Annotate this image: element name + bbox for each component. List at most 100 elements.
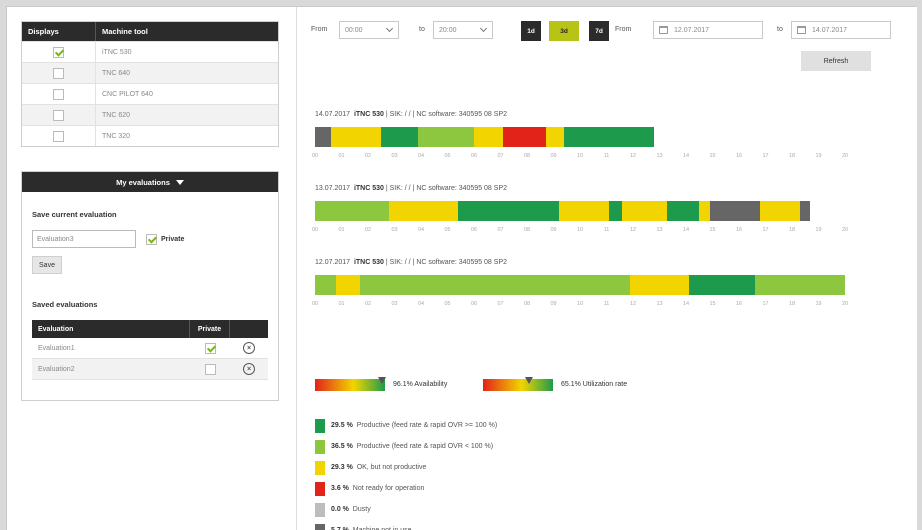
calendar-icon <box>797 26 806 34</box>
axis-tick-label: 08 <box>523 227 531 233</box>
left-panel: Displays Machine tool iTNC 530 TNC 640 CNC… <box>7 7 297 530</box>
timeline-segment[interactable] <box>458 201 559 221</box>
timeline-segment[interactable] <box>699 201 710 221</box>
date-from-label: From <box>615 26 632 33</box>
axis-tick-label: 16 <box>735 227 743 233</box>
timeline-segment[interactable] <box>381 127 419 147</box>
evaluation-row[interactable]: Evaluation2 × <box>32 359 268 380</box>
delete-icon[interactable]: × <box>243 342 255 354</box>
header-displays: Displays <box>22 22 96 41</box>
save-button[interactable]: Save <box>32 256 62 274</box>
date-to-input[interactable]: 14.07.2017 <box>791 21 891 39</box>
timeline-segment[interactable] <box>630 275 689 295</box>
date-from-value: 12.07.2017 <box>674 26 710 34</box>
timeline-bar[interactable] <box>315 201 811 221</box>
axis-tick-label: 09 <box>550 153 557 159</box>
machine-table: Displays Machine tool iTNC 530 TNC 640 CNC… <box>21 21 279 147</box>
timeline-segment[interactable] <box>609 201 623 221</box>
timeline-segment[interactable] <box>688 275 755 295</box>
axis-tick-label: 19 <box>815 301 822 307</box>
range-1d-button[interactable]: 1d <box>521 21 541 41</box>
display-checkbox[interactable] <box>53 130 64 142</box>
machine-row[interactable]: TNC 320 <box>22 125 278 146</box>
timeline-segment[interactable] <box>564 127 655 147</box>
machine-row[interactable]: CNC PILOT 640 <box>22 83 278 104</box>
machine-row[interactable]: TNC 640 <box>22 62 278 83</box>
timeline-segment[interactable] <box>389 201 459 221</box>
axis-tick-label: 16 <box>735 301 743 307</box>
legend-desc: Productive (feed rate & rapid OVR < 100 … <box>356 443 494 450</box>
timeline-segment[interactable] <box>709 201 761 221</box>
display-checkbox[interactable] <box>53 46 64 58</box>
axis-tick-label: 03 <box>391 227 398 233</box>
legend-swatch <box>315 460 325 475</box>
axis-tick-label: 20 <box>841 227 849 233</box>
axis-tick-label: 17 <box>762 153 769 159</box>
timeline-date: 14.07.2017 <box>315 111 351 118</box>
timeline-segment[interactable] <box>545 127 565 147</box>
timeline-segment[interactable] <box>336 275 361 295</box>
timeline-segment[interactable] <box>418 127 474 147</box>
axis-tick-label: 10 <box>576 153 584 159</box>
axis-tick-label: 04 <box>417 301 425 307</box>
legend-text: 29.3 % OK, but not productive <box>331 464 426 471</box>
range-7d-button[interactable]: 7d <box>589 21 609 41</box>
axis-tick-label: 11 <box>603 227 610 233</box>
timeline-segment[interactable] <box>760 201 800 221</box>
private-checkbox[interactable] <box>146 234 157 245</box>
machine-row[interactable]: TNC 620 <box>22 104 278 125</box>
evaluation-row[interactable]: Evaluation1 × <box>32 338 268 359</box>
machine-row[interactable]: iTNC 530 <box>22 41 278 62</box>
my-evaluations-toggle[interactable]: My evaluations <box>22 172 278 192</box>
timeline-segment[interactable] <box>799 201 811 221</box>
time-from-select[interactable]: 00:00 <box>339 21 399 39</box>
range-3d-button[interactable]: 3d <box>549 21 579 41</box>
evaluation-private-checkbox[interactable] <box>204 363 216 375</box>
time-to-select[interactable]: 20:00 <box>433 21 493 39</box>
axis-tick-label: 15 <box>709 153 716 159</box>
axis-tick-label: 05 <box>444 227 451 233</box>
timeline-machine: iTNC 530 <box>353 185 384 192</box>
timeline-details: | SIK: / / | NC software: 340595 08 SP2 <box>385 259 508 266</box>
display-checkbox[interactable] <box>53 109 64 121</box>
my-evaluations-title: My evaluations <box>116 177 170 187</box>
display-checkbox[interactable] <box>53 67 64 79</box>
evaluation-private-checkbox[interactable] <box>204 342 216 354</box>
evaluation-name-input[interactable] <box>32 230 136 248</box>
display-checkbox[interactable] <box>53 88 64 100</box>
refresh-button[interactable]: Refresh <box>801 51 871 71</box>
timeline-segment[interactable] <box>315 275 337 295</box>
axis-tick-label: 07 <box>497 301 504 307</box>
saved-evaluations-table: Evaluation Private Evaluation1 × Evaluatio… <box>32 320 268 380</box>
chevron-down-icon <box>385 24 394 33</box>
date-to-label: to <box>777 26 783 33</box>
evaluation-name[interactable]: Evaluation2 <box>32 366 190 373</box>
timeline-segment[interactable] <box>473 127 504 147</box>
timeline-segment[interactable] <box>360 275 631 295</box>
main-panel: From 00:00 to 20:00 1d 3d 7d From 12.07.… <box>297 7 917 530</box>
axis-tick-label: 03 <box>391 153 398 159</box>
date-from-input[interactable]: 12.07.2017 <box>653 21 763 39</box>
axis-tick-label: 06 <box>470 301 478 307</box>
delete-icon[interactable]: × <box>243 363 255 375</box>
timeline-segment[interactable] <box>754 275 845 295</box>
time-axis: 00 01 02 03 04 05 06 07 08 09 10 11 12 13 14 15 16 17 18 19… <box>312 227 849 235</box>
timeline-segment[interactable] <box>667 201 700 221</box>
timeline-segment[interactable] <box>503 127 546 147</box>
axis-tick-label: 02 <box>364 227 372 233</box>
machine-name: TNC 620 <box>102 111 131 119</box>
evaluation-name[interactable]: Evaluation1 <box>32 345 190 352</box>
timeline-segment[interactable] <box>622 201 668 221</box>
timeline-details: | SIK: / / | NC software: 340595 08 SP2 <box>385 111 508 118</box>
timeline-bar[interactable] <box>315 275 845 295</box>
availability-label: 96.1% Availability <box>393 381 448 388</box>
axis-tick-label: 16 <box>735 153 743 159</box>
axis-tick-label: 17 <box>762 301 769 307</box>
private-toggle[interactable]: Private <box>146 234 184 245</box>
timeline-segment[interactable] <box>330 127 382 147</box>
time-to-label: to <box>419 26 425 33</box>
timeline-segment[interactable] <box>315 201 390 221</box>
timeline-segment[interactable] <box>558 201 610 221</box>
timeline-segment[interactable] <box>315 127 331 147</box>
timeline-bar[interactable] <box>315 127 655 147</box>
